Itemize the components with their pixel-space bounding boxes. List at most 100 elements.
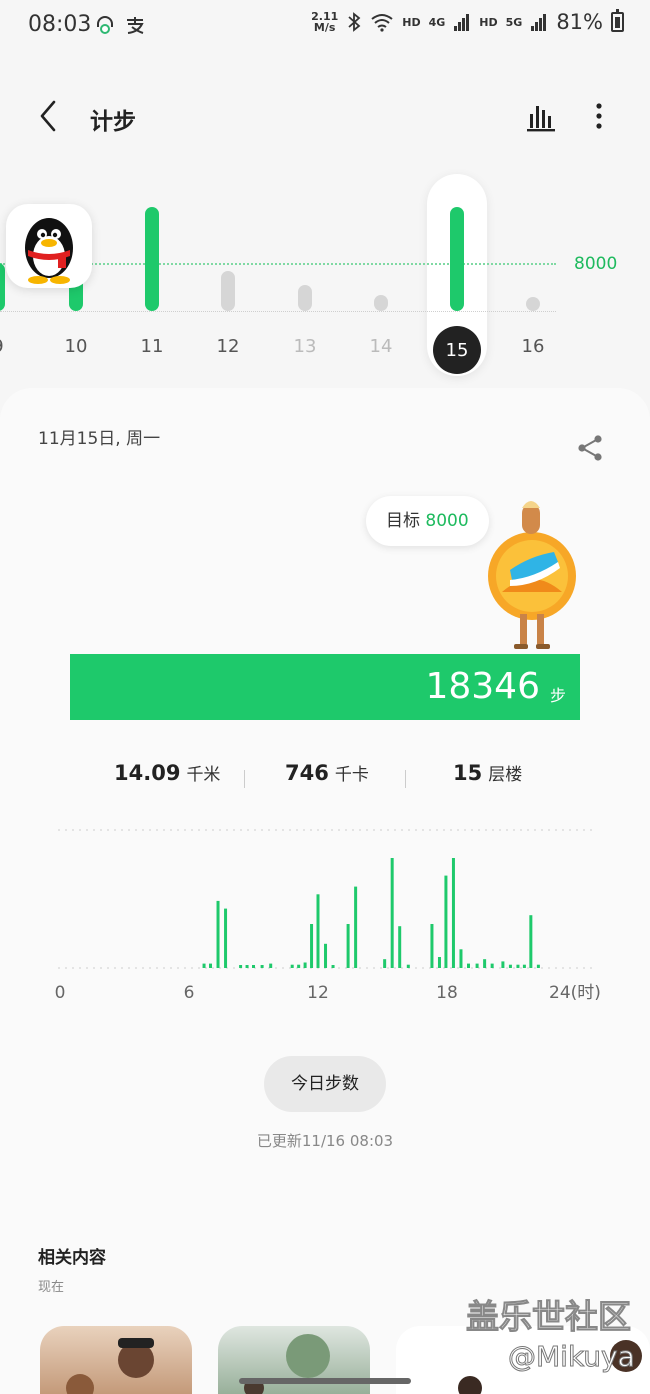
hour-bar bbox=[252, 965, 255, 968]
person-photo bbox=[66, 1338, 154, 1394]
hour-bar bbox=[354, 886, 358, 968]
share-icon[interactable] bbox=[574, 432, 606, 464]
hour-bar bbox=[260, 965, 264, 968]
day-label-13[interactable]: 13 bbox=[285, 336, 325, 357]
x-tick-label: 6 bbox=[184, 983, 195, 1003]
hour-bar bbox=[310, 924, 314, 968]
page-title: 计步 bbox=[90, 109, 136, 135]
hour-bar bbox=[406, 964, 410, 968]
hour-bar bbox=[430, 924, 434, 968]
day-bar-9[interactable] bbox=[0, 263, 5, 311]
x-tick-label: 12 bbox=[307, 983, 329, 1003]
hour-bar bbox=[444, 875, 448, 968]
app-bar: 计步 bbox=[0, 80, 650, 150]
x-tick-label: 0 bbox=[55, 983, 66, 1003]
x-tick-label: 18 bbox=[436, 983, 458, 1003]
hour-bar bbox=[303, 962, 307, 968]
hour-bar bbox=[383, 959, 387, 968]
distance-value: 14.09 bbox=[114, 761, 181, 785]
hour-bar bbox=[490, 963, 494, 968]
hour-bar bbox=[316, 894, 320, 968]
stats-row: 14.09 千米 746 千卡 15 层楼 bbox=[0, 760, 650, 796]
related-content-subtitle: 现在 bbox=[38, 1280, 65, 1295]
hour-bar bbox=[209, 963, 212, 968]
goal-bubble-label: 目标 bbox=[386, 511, 420, 531]
goal-bubble: 目标 8000 bbox=[366, 496, 489, 546]
hour-bar bbox=[346, 924, 350, 968]
day-label-9[interactable]: 9 bbox=[0, 336, 18, 357]
back-arrow-icon[interactable] bbox=[30, 98, 66, 134]
qq-penguin-icon[interactable] bbox=[6, 204, 92, 288]
updated-timestamp: 已更新11/16 08:03 bbox=[256, 1132, 394, 1150]
related-content-title: 相关内容 bbox=[38, 1248, 106, 1268]
hour-bar bbox=[390, 858, 394, 968]
floors-unit: 层楼 bbox=[488, 765, 523, 785]
day-label-14[interactable]: 14 bbox=[361, 336, 401, 357]
fiveg-label: 5G bbox=[505, 15, 523, 29]
stat-divider bbox=[244, 770, 245, 788]
hour-bar bbox=[239, 965, 243, 968]
more-vert-icon[interactable] bbox=[584, 98, 614, 134]
calories-unit: 千卡 bbox=[334, 765, 369, 785]
hour-bar bbox=[522, 964, 526, 968]
net-speed-unit: M/s bbox=[313, 21, 336, 34]
net-speed: 2.11 M/s bbox=[311, 11, 338, 33]
home-indicator[interactable] bbox=[239, 1378, 411, 1384]
day-bar-12[interactable] bbox=[221, 271, 235, 311]
steps-progress-bar: 18346 步 bbox=[70, 654, 580, 720]
mascot-illustration bbox=[488, 501, 576, 649]
steps-total: 18346 bbox=[425, 666, 540, 707]
hd-label-2: HD bbox=[479, 15, 498, 29]
hour-bar bbox=[451, 858, 455, 968]
goal-bubble-value: 8000 bbox=[425, 511, 469, 531]
day-label-12[interactable]: 12 bbox=[208, 336, 248, 357]
steps-unit: 步 bbox=[549, 686, 566, 705]
hour-bar bbox=[467, 963, 470, 968]
hour-bar bbox=[245, 965, 249, 968]
calories-value: 746 bbox=[285, 761, 329, 785]
bluetooth-icon bbox=[348, 12, 361, 32]
hour-bar bbox=[536, 964, 540, 968]
day-label-11[interactable]: 11 bbox=[132, 336, 172, 357]
hour-bar bbox=[529, 915, 533, 968]
day-bar-13[interactable] bbox=[298, 284, 312, 311]
hour-bar bbox=[516, 964, 520, 968]
hour-bar bbox=[290, 964, 294, 968]
day-bar-14[interactable] bbox=[374, 295, 388, 311]
summary-card: 11月15日, 周一 目标 8000 18346 步 14.09 千米 746 千卡 bbox=[0, 388, 650, 1394]
hour-bar bbox=[269, 963, 273, 968]
hour-bar bbox=[501, 961, 505, 968]
hour-bar bbox=[297, 964, 301, 968]
battery-percent: 81% bbox=[556, 10, 603, 34]
battery-icon bbox=[611, 9, 624, 32]
day-bar-15[interactable] bbox=[450, 207, 464, 311]
alipay-icon bbox=[127, 17, 144, 34]
day-label-10[interactable]: 10 bbox=[56, 336, 96, 357]
hour-bar bbox=[437, 957, 441, 968]
bar-chart-icon[interactable] bbox=[524, 98, 558, 134]
today-steps-button[interactable]: 今日步数 bbox=[264, 1056, 386, 1112]
hour-bar bbox=[224, 908, 228, 968]
distance-stat: 14.09 千米 bbox=[114, 760, 220, 785]
status-bar: 08:03 2.11 M/s HD 4G HD 5G 81% bbox=[0, 0, 650, 50]
hour-bar bbox=[216, 900, 220, 968]
hour-bar bbox=[324, 943, 328, 968]
day-bar-11[interactable] bbox=[145, 207, 159, 311]
hour-bar bbox=[202, 963, 206, 968]
stat-divider bbox=[405, 770, 406, 788]
related-thumbnail[interactable] bbox=[40, 1326, 192, 1394]
status-time: 08:03 bbox=[28, 12, 92, 37]
watermark-author: @Mikuya bbox=[508, 1340, 636, 1374]
hourly-steps-chart: 0 6 12 18 24(时) bbox=[55, 829, 601, 1003]
hour-bar bbox=[459, 949, 463, 968]
day-label-selected[interactable]: 15 bbox=[433, 326, 481, 374]
hour-bar bbox=[508, 964, 512, 968]
x-tick-label: 24(时) bbox=[549, 983, 601, 1003]
status-right-cluster: 2.11 M/s HD 4G HD 5G 81% bbox=[311, 9, 624, 34]
lte-label: 4G bbox=[428, 15, 446, 29]
date-label: 11月15日, 周一 bbox=[38, 429, 161, 449]
base-line bbox=[0, 311, 556, 312]
day-bar-16[interactable] bbox=[526, 297, 540, 311]
hd-label: HD bbox=[402, 15, 421, 29]
day-label-16[interactable]: 16 bbox=[513, 336, 553, 357]
